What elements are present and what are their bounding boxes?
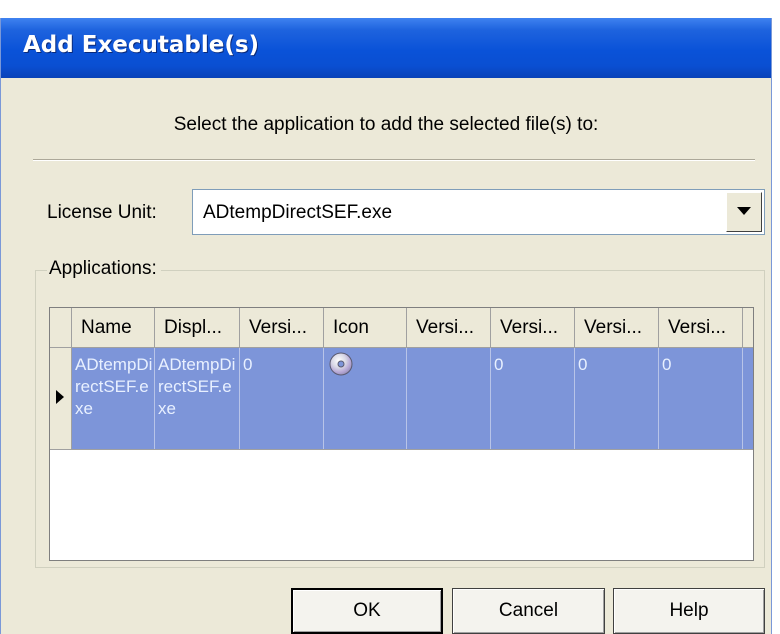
license-unit-value: ADtempDirectSEF.exe bbox=[203, 202, 393, 223]
row-filler bbox=[743, 348, 753, 449]
column-header-name[interactable]: Name bbox=[72, 308, 155, 347]
help-button[interactable]: Help bbox=[613, 588, 765, 634]
version-cell[interactable]: 0 bbox=[575, 348, 659, 449]
cd-icon bbox=[329, 352, 353, 376]
prompt-text: Select the application to add the select… bbox=[173, 114, 599, 135]
title-bar[interactable]: Add Executable(s) bbox=[1, 18, 771, 78]
header-filler bbox=[743, 308, 753, 347]
icon-cell[interactable] bbox=[324, 348, 407, 449]
grid-header: Name Displ... Versi... Icon Versi... Ver… bbox=[50, 308, 753, 348]
column-header-icon[interactable]: Icon bbox=[324, 308, 407, 347]
table-row[interactable]: ADtempDirectSEF.exe ADtempDirectSEF.exe … bbox=[50, 348, 753, 450]
separator bbox=[33, 159, 755, 161]
dropdown-button[interactable] bbox=[726, 192, 762, 232]
current-row-arrow-icon bbox=[56, 390, 64, 404]
column-header-version[interactable]: Versi... bbox=[240, 308, 324, 347]
version-cell[interactable]: 0 bbox=[491, 348, 575, 449]
add-executables-dialog: Add Executable(s) Select the application… bbox=[0, 18, 772, 634]
display-cell[interactable]: ADtempDirectSEF.exe bbox=[155, 348, 240, 449]
background-strip bbox=[0, 0, 780, 18]
version-cell[interactable]: 0 bbox=[659, 348, 743, 449]
column-header-version[interactable]: Versi... bbox=[575, 308, 659, 347]
license-unit-dropdown[interactable]: ADtempDirectSEF.exe bbox=[192, 189, 765, 235]
column-header-version[interactable]: Versi... bbox=[491, 308, 575, 347]
version-cell[interactable] bbox=[407, 348, 491, 449]
column-header-display[interactable]: Displ... bbox=[155, 308, 240, 347]
chevron-down-icon bbox=[737, 207, 751, 215]
applications-label: Applications: bbox=[47, 258, 161, 280]
ok-button[interactable]: OK bbox=[291, 588, 443, 634]
name-cell[interactable]: ADtempDirectSEF.exe bbox=[72, 348, 155, 449]
row-selector[interactable] bbox=[50, 348, 72, 449]
version-cell[interactable]: 0 bbox=[240, 348, 324, 449]
window-title: Add Executable(s) bbox=[23, 32, 260, 58]
license-unit-label: License Unit: bbox=[47, 202, 157, 223]
cancel-button[interactable]: Cancel bbox=[452, 588, 605, 634]
column-header-version[interactable]: Versi... bbox=[659, 308, 743, 347]
applications-grid[interactable]: Name Displ... Versi... Icon Versi... Ver… bbox=[49, 307, 754, 561]
row-header-corner bbox=[50, 308, 72, 347]
column-header-version[interactable]: Versi... bbox=[407, 308, 491, 347]
